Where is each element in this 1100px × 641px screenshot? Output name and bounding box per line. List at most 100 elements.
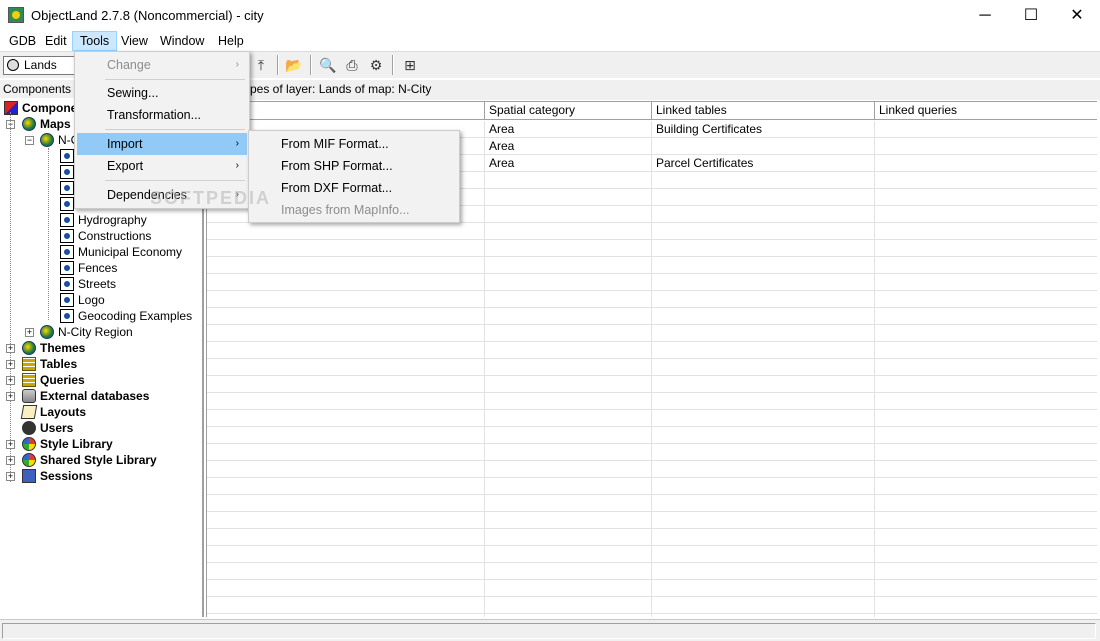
tree-item-users[interactable]: Users — [22, 420, 73, 436]
grid-cell-empty[interactable] — [485, 393, 652, 410]
grid-cell-empty[interactable] — [652, 563, 875, 580]
grid-cell-empty[interactable] — [652, 257, 875, 274]
grid-cell-empty[interactable] — [207, 359, 485, 376]
grid-cell-empty[interactable] — [875, 461, 1097, 478]
grid-cell-empty[interactable] — [485, 291, 652, 308]
grid-cell-empty[interactable] — [875, 597, 1097, 614]
grid-cell-empty[interactable] — [875, 308, 1097, 325]
expand-toggle[interactable]: + — [6, 344, 15, 353]
grid-cell-empty[interactable] — [207, 376, 485, 393]
grid-cell-empty[interactable] — [485, 580, 652, 597]
grid-cell-empty[interactable] — [207, 427, 485, 444]
grid-cell-empty[interactable] — [652, 495, 875, 512]
grid-cell-empty[interactable] — [875, 580, 1097, 597]
menu-edit[interactable]: Edit — [38, 31, 74, 51]
grid-cell-empty[interactable] — [485, 189, 652, 206]
grid-cell-empty[interactable] — [875, 393, 1097, 410]
grid-cell-empty[interactable] — [485, 444, 652, 461]
grid-cell-empty[interactable] — [875, 512, 1097, 529]
expand-toggle[interactable]: + — [6, 360, 15, 369]
grid-cell-empty[interactable] — [652, 172, 875, 189]
maximize-button[interactable]: ☐ — [1008, 0, 1054, 31]
grid-cell-empty[interactable] — [875, 495, 1097, 512]
grid-cell-empty[interactable] — [485, 342, 652, 359]
grid-cell-empty[interactable] — [485, 172, 652, 189]
grid-cell-empty[interactable] — [652, 614, 875, 617]
grid-cell-empty[interactable] — [207, 223, 485, 240]
expand-toggle[interactable]: + — [6, 456, 15, 465]
grid-cell-empty[interactable] — [875, 291, 1097, 308]
print-icon[interactable]: ⎙ — [342, 55, 362, 75]
tree-item-layer[interactable]: Logo — [60, 292, 105, 308]
grid-cell-empty[interactable] — [875, 274, 1097, 291]
preview-icon[interactable]: 🔍 — [318, 55, 338, 75]
submenu-item-from-dxf[interactable]: From DXF Format... — [251, 177, 457, 199]
grid-cell-empty[interactable] — [207, 546, 485, 563]
grid-cell[interactable]: Building Certificates — [652, 121, 875, 138]
grid-cell-empty[interactable] — [652, 512, 875, 529]
grid-cell-empty[interactable] — [652, 597, 875, 614]
column-header-spatial-category[interactable]: Spatial category — [485, 102, 652, 120]
grid-cell-empty[interactable] — [652, 189, 875, 206]
grid-cell[interactable]: Parcel Certificates — [652, 155, 875, 172]
grid-cell-empty[interactable] — [875, 206, 1097, 223]
grid-cell-empty[interactable] — [875, 359, 1097, 376]
properties-icon[interactable]: ⚙ — [366, 55, 386, 75]
grid-cell-empty[interactable] — [207, 291, 485, 308]
grid-cell[interactable] — [652, 138, 875, 155]
folder-up-icon[interactable]: ⤒ — [251, 55, 271, 75]
grid-cell[interactable]: Area — [485, 121, 652, 138]
grid-cell-empty[interactable] — [485, 529, 652, 546]
grid-cell-empty[interactable] — [207, 257, 485, 274]
grid-cell-empty[interactable] — [652, 359, 875, 376]
close-button[interactable]: ✕ — [1054, 0, 1100, 31]
grid-cell-empty[interactable] — [875, 223, 1097, 240]
grid-cell[interactable] — [875, 121, 1097, 138]
grid-cell-empty[interactable] — [652, 546, 875, 563]
tree-item-layer[interactable]: Fences — [60, 260, 117, 276]
open-folder-icon[interactable]: 📂 — [284, 55, 304, 75]
expand-toggle[interactable]: + — [25, 328, 34, 337]
grid-cell-empty[interactable] — [207, 461, 485, 478]
grid-cell-empty[interactable] — [207, 308, 485, 325]
grid-cell-empty[interactable] — [875, 529, 1097, 546]
tree-item-sessions[interactable]: Sessions — [22, 468, 93, 484]
grid-cell[interactable] — [875, 138, 1097, 155]
grid-cell-empty[interactable] — [652, 376, 875, 393]
grid-cell-empty[interactable] — [207, 410, 485, 427]
tree-item-layer[interactable]: Hydrography — [60, 212, 147, 228]
grid-cell-empty[interactable] — [652, 240, 875, 257]
grid-cell-empty[interactable] — [652, 325, 875, 342]
grid-cell-empty[interactable] — [207, 325, 485, 342]
grid-cell[interactable]: Area — [485, 138, 652, 155]
tree-item-layer[interactable]: Constructions — [60, 228, 151, 244]
grid-cell-empty[interactable] — [652, 580, 875, 597]
grid-cell-empty[interactable] — [875, 172, 1097, 189]
column-header-linked-queries[interactable]: Linked queries — [875, 102, 1097, 120]
grid-cell-empty[interactable] — [207, 274, 485, 291]
grid-cell-empty[interactable] — [875, 427, 1097, 444]
menu-help[interactable]: Help — [211, 31, 251, 51]
grid-cell-empty[interactable] — [207, 495, 485, 512]
grid-cell-empty[interactable] — [485, 597, 652, 614]
grid-cell-empty[interactable] — [652, 529, 875, 546]
grid-cell-empty[interactable] — [207, 393, 485, 410]
grid-cell-empty[interactable] — [207, 580, 485, 597]
grid-cell-empty[interactable] — [875, 444, 1097, 461]
grid-cell-empty[interactable] — [652, 427, 875, 444]
menu-item-dependencies[interactable]: Dependencies › — [77, 184, 247, 206]
grid-cell-empty[interactable] — [652, 393, 875, 410]
grid-cell-empty[interactable] — [485, 223, 652, 240]
grid-cell-empty[interactable] — [207, 478, 485, 495]
grid-cell-empty[interactable] — [652, 291, 875, 308]
menu-item-sewing[interactable]: Sewing... — [77, 82, 247, 104]
grid-cell-empty[interactable] — [485, 359, 652, 376]
grid-cell-empty[interactable] — [485, 376, 652, 393]
submenu-item-from-mif[interactable]: From MIF Format... — [251, 133, 457, 155]
expand-toggle[interactable]: + — [6, 440, 15, 449]
minimize-button[interactable]: ─ — [962, 0, 1008, 31]
grid-cell-empty[interactable] — [207, 614, 485, 617]
menu-item-transformation[interactable]: Transformation... — [77, 104, 247, 126]
grid-cell-empty[interactable] — [485, 410, 652, 427]
tree-item-external-databases[interactable]: External databases — [22, 388, 149, 404]
